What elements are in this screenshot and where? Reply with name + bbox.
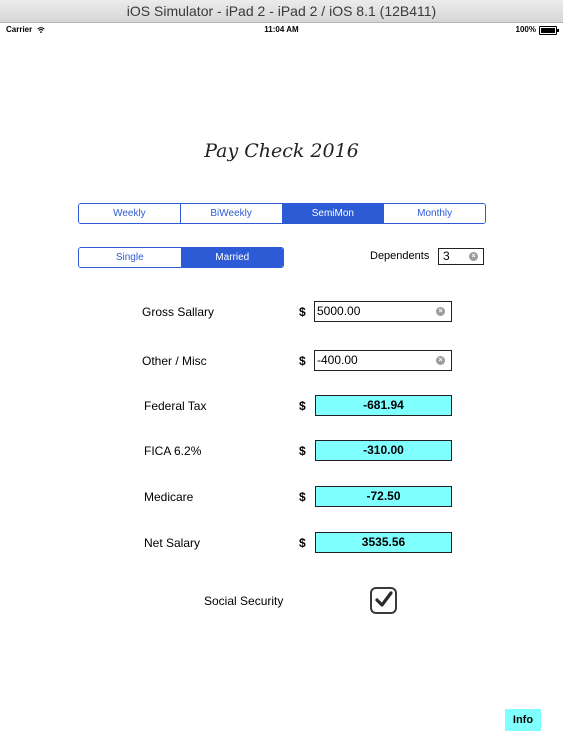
currency-symbol: $	[299, 536, 306, 550]
battery-percent: 100%	[515, 25, 536, 34]
filing-status-segmented-control: Single Married	[78, 247, 284, 268]
medicare-output: -72.50	[315, 486, 452, 507]
battery-icon	[539, 25, 559, 35]
medicare-label: Medicare	[144, 490, 194, 504]
other-misc-value: -400.00	[317, 353, 358, 367]
app-title: Pay Check 2016	[204, 140, 359, 162]
segment-monthly[interactable]: Monthly	[384, 204, 485, 223]
segment-semimon[interactable]: SemiMon	[282, 204, 385, 223]
window-title-bar: iOS Simulator - iPad 2 - iPad 2 / iOS 8.…	[0, 0, 563, 23]
social-security-label: Social Security	[204, 594, 284, 608]
pay-period-segmented-control: Weekly BiWeekly SemiMon Monthly	[78, 203, 486, 224]
gross-salary-value: 5000.00	[317, 304, 361, 318]
currency-symbol: $	[299, 444, 306, 458]
fica-label: FICA 6.2%	[144, 444, 202, 458]
currency-symbol: $	[299, 354, 306, 368]
segment-biweekly[interactable]: BiWeekly	[180, 204, 283, 223]
net-salary-label: Net Salary	[144, 536, 201, 550]
checkmark-icon	[375, 591, 393, 607]
battery-indicator: 100%	[515, 23, 559, 37]
clear-icon[interactable]: ×	[436, 307, 445, 316]
segment-single[interactable]: Single	[79, 248, 182, 267]
ios-status-bar: Carrier 11:04 AM 100%	[0, 23, 563, 37]
federal-tax-output: -681.94	[315, 395, 452, 416]
currency-symbol: $	[299, 399, 306, 413]
info-button[interactable]: Info	[505, 709, 541, 731]
other-misc-label: Other / Misc	[142, 354, 207, 368]
social-security-checkbox[interactable]	[370, 587, 397, 614]
segment-weekly[interactable]: Weekly	[79, 204, 181, 223]
dependents-label: Dependents	[370, 250, 430, 262]
federal-tax-label: Federal Tax	[144, 399, 207, 413]
dependents-value: 3	[443, 249, 450, 263]
clear-icon[interactable]: ×	[436, 356, 445, 365]
gross-salary-label: Gross Sallary	[142, 305, 215, 319]
gross-salary-input[interactable]: 5000.00 ×	[314, 301, 452, 322]
fica-output: -310.00	[315, 440, 452, 461]
clear-icon[interactable]: ×	[469, 252, 478, 261]
dependents-input[interactable]: 3 ×	[438, 248, 484, 265]
currency-symbol: $	[299, 305, 306, 319]
status-time: 11:04 AM	[264, 25, 299, 34]
other-misc-input[interactable]: -400.00 ×	[314, 350, 452, 371]
net-salary-output: 3535.56	[315, 532, 452, 553]
currency-symbol: $	[299, 490, 306, 504]
segment-married[interactable]: Married	[181, 248, 283, 267]
window-title: iOS Simulator - iPad 2 - iPad 2 / iOS 8.…	[126, 3, 437, 19]
